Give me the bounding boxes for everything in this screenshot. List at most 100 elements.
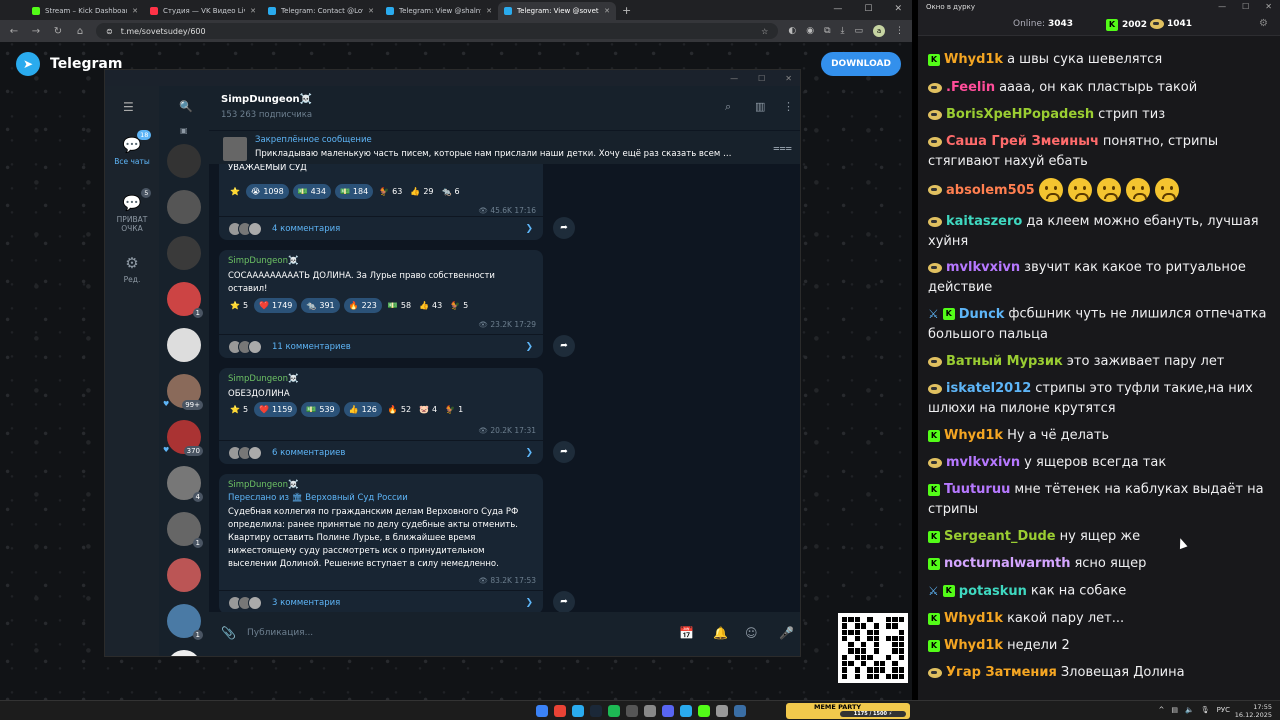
share-button[interactable]: ➦	[553, 591, 575, 612]
reaction-chip[interactable]: 🐀 6	[440, 184, 462, 199]
reaction-chip[interactable]: 👍 126	[343, 402, 382, 417]
chat-username[interactable]: Sergeant_Dude	[944, 529, 1056, 544]
chat-username[interactable]: Whyd1k	[944, 52, 1003, 67]
site-info-icon[interactable]: ⊜	[106, 27, 113, 36]
taskbar-app-icon[interactable]	[698, 705, 710, 717]
tab-close-icon[interactable]: ✕	[250, 7, 256, 15]
comments-link[interactable]: 6 комментариев ❯	[219, 440, 543, 464]
reaction-chip[interactable]: 🐀 391	[301, 298, 340, 313]
attach-icon[interactable]: 📎	[221, 626, 236, 640]
browser-tab[interactable]: Студия — VK Видео Live ✕	[144, 2, 262, 20]
channel-header[interactable]: SimpDungeon☠️ 153 263 подписчика ⌕ ▥ ⋮	[209, 86, 800, 130]
app-close-icon[interactable]: ✕	[785, 74, 792, 83]
clock[interactable]: 17:55 16.12.2025	[1235, 703, 1272, 719]
reaction-chip[interactable]: 💵 58	[386, 298, 413, 313]
new-tab-button[interactable]: +	[616, 4, 637, 17]
home-icon[interactable]: ⌂	[74, 26, 86, 37]
reaction-chip[interactable]: 🐷 4	[417, 402, 439, 417]
reaction-chip[interactable]: ⭐ 5	[228, 402, 250, 417]
close-icon[interactable]: ✕	[1265, 2, 1272, 11]
extension-icon-2[interactable]: ◉	[806, 26, 814, 36]
chat-username[interactable]: nocturnalwarmth	[944, 556, 1070, 571]
gear-icon[interactable]: ⚙	[1259, 18, 1268, 29]
browser-tab[interactable]: Stream – Kick Dashboard ✕	[26, 2, 144, 20]
taskbar-app-icon[interactable]	[662, 705, 674, 717]
mic-icon[interactable]: 🎙	[1201, 706, 1210, 714]
reaction-chip[interactable]: ⭐	[228, 184, 242, 199]
language-indicator[interactable]: РУС	[1217, 706, 1230, 714]
taskbar-app-icon[interactable]	[572, 705, 584, 717]
reaction-chip[interactable]: ⭐ 5	[228, 298, 250, 313]
comments-link[interactable]: 3 комментария ❯	[219, 590, 543, 612]
reload-icon[interactable]: ↻	[52, 26, 64, 37]
minimize-icon[interactable]: —	[833, 4, 842, 14]
folder-1[interactable]: 💬 18 Все чаты	[105, 130, 159, 166]
app-maximize-icon[interactable]: ☐	[758, 74, 765, 83]
more-options-icon[interactable]: ⋮	[783, 100, 794, 113]
comments-link[interactable]: 4 комментария ❯	[219, 216, 543, 240]
pinned-message[interactable]: Закреплённое сообщение Прикладываю мален…	[209, 130, 800, 164]
taskbar-app-icon[interactable]	[536, 705, 548, 717]
chat-avatar[interactable]: 1	[167, 604, 203, 640]
forward-icon[interactable]: →	[30, 26, 42, 37]
profile-avatar[interactable]: a	[873, 25, 885, 37]
sidebar-toggle-icon[interactable]: ▥	[755, 100, 765, 113]
taskbar-app-icon[interactable]	[734, 705, 746, 717]
chat-username[interactable]: kaitaszero	[946, 214, 1022, 229]
chat-username[interactable]: mvlkvxivn	[946, 455, 1020, 470]
chat-avatar[interactable]: 1	[167, 282, 203, 318]
taskbar-app-icon[interactable]	[608, 705, 620, 717]
download-button[interactable]: DOWNLOAD	[821, 52, 901, 76]
chat-username[interactable]: absolem505	[946, 183, 1035, 198]
browser-menu-icon[interactable]: ⋮	[895, 26, 904, 36]
back-icon[interactable]: ←	[8, 26, 20, 37]
app-minimize-icon[interactable]: —	[730, 74, 738, 83]
telegram-logo-icon[interactable]: ➤	[16, 52, 40, 76]
maximize-icon[interactable]: ☐	[864, 4, 872, 14]
network-icon[interactable]: ▤	[1171, 706, 1178, 714]
browser-tab[interactable]: Telegram: View @sovetsudey ✕	[498, 2, 616, 20]
chat-username[interactable]: Угар Затмения	[946, 665, 1057, 680]
emoji-icon[interactable]: ☺	[745, 626, 758, 640]
volume-icon[interactable]: 🔈	[1185, 706, 1194, 714]
chat-username[interactable]: Dunck	[959, 307, 1005, 322]
reaction-chip[interactable]: 🔥 52	[386, 402, 413, 417]
comments-link[interactable]: 11 комментариев ❯	[219, 334, 543, 358]
taskbar-app-icon[interactable]	[680, 705, 692, 717]
reaction-chip[interactable]: 💵 539	[301, 402, 340, 417]
bookmark-star-icon[interactable]: ☆	[761, 27, 768, 36]
menu-icon[interactable]: ☰	[123, 100, 134, 114]
chat-username[interactable]: BorisXpeHPopadesh	[946, 107, 1094, 122]
chat-avatar[interactable]	[167, 144, 201, 178]
reaction-chip[interactable]: 🐓 63	[377, 184, 404, 199]
chat-avatar[interactable]: 4	[167, 466, 203, 502]
search-icon[interactable]: 🔍	[179, 100, 193, 113]
chat-username[interactable]: Ватный Мурзик	[946, 354, 1063, 369]
reaction-chip[interactable]: 😭 1098	[245, 184, 289, 199]
tab-close-icon[interactable]: ✕	[604, 7, 610, 15]
tab-close-icon[interactable]: ✕	[486, 7, 492, 15]
folder-3[interactable]: ⚙ Ред.	[105, 254, 159, 284]
maximize-icon[interactable]: ☐	[1242, 2, 1249, 11]
schedule-icon[interactable]: 📅	[679, 626, 694, 640]
chat-avatar[interactable]: 1	[167, 650, 201, 656]
chat-username[interactable]: .Feelin	[946, 80, 995, 95]
browser-tab[interactable]: Telegram: View @shalnyak ✕	[380, 2, 498, 20]
taskbar-app-icon[interactable]	[590, 705, 602, 717]
pinned-list-icon[interactable]: ⩶	[773, 141, 792, 155]
share-button[interactable]: ➦	[553, 335, 575, 357]
tab-close-icon[interactable]: ✕	[132, 7, 138, 15]
browser-tab[interactable]: Telegram: Contact @Love_Russ… ✕	[262, 2, 380, 20]
reaction-chip[interactable]: 🐓 5	[448, 298, 470, 313]
reaction-chip[interactable]: ❤️ 1749	[254, 298, 298, 313]
chat-avatar[interactable]	[167, 558, 201, 592]
share-button[interactable]: ➦	[553, 441, 575, 463]
tab-close-icon[interactable]: ✕	[368, 7, 374, 15]
taskbar-app-icon[interactable]	[716, 705, 728, 717]
chat-avatar[interactable]: 99+ ♥	[163, 374, 203, 410]
microphone-icon[interactable]: 🎤	[779, 626, 794, 640]
taskbar-app-icon[interactable]	[626, 705, 638, 717]
minimize-icon[interactable]: —	[1218, 2, 1226, 11]
extension-icon[interactable]: ◐	[788, 26, 796, 36]
tray-up-icon[interactable]: ^	[1159, 706, 1165, 714]
